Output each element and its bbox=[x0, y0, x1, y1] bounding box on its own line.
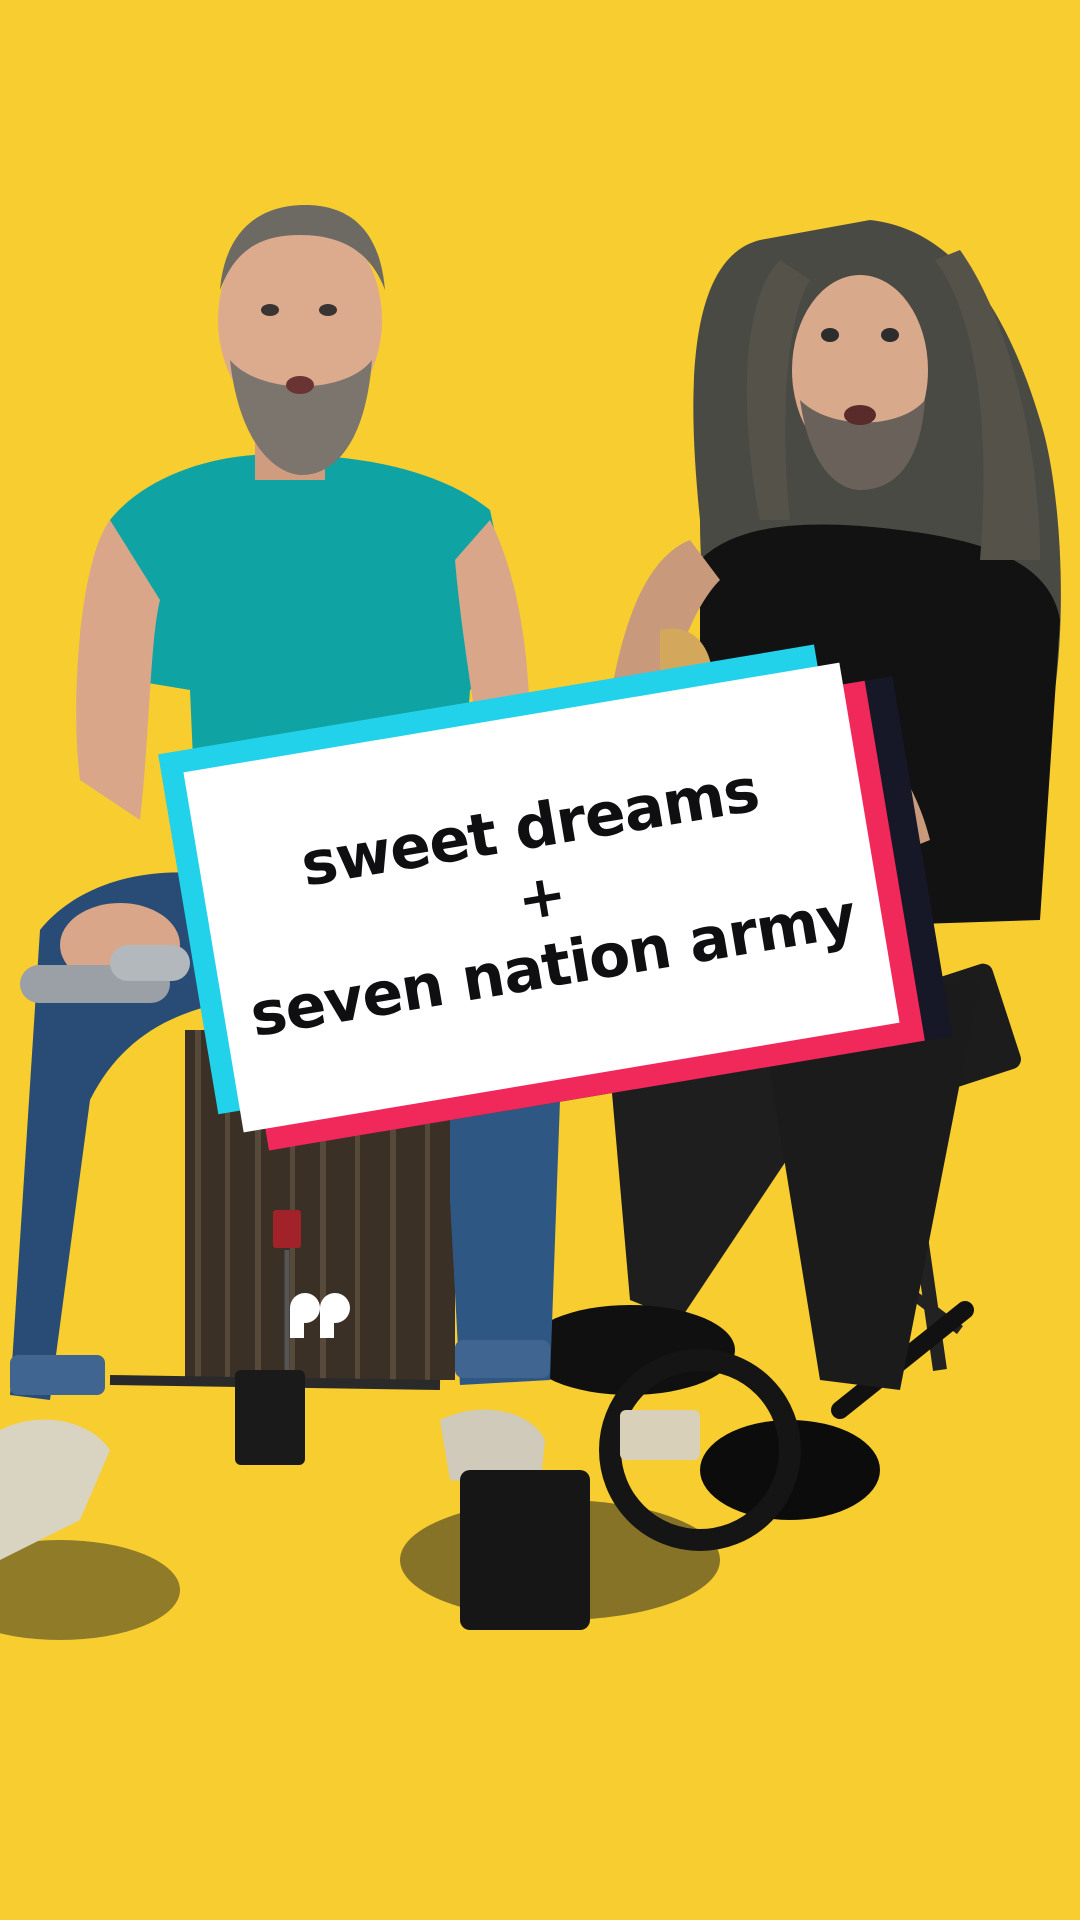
video-frame: sweet dreams + seven nation army bbox=[0, 0, 1080, 1920]
shoe-left-1 bbox=[0, 1419, 110, 1560]
title-line-plus: + bbox=[512, 859, 571, 935]
eye-left-a bbox=[261, 304, 279, 316]
beater bbox=[273, 1210, 301, 1248]
cuff-right bbox=[455, 1340, 550, 1378]
mouth-left bbox=[286, 376, 314, 394]
eye-right-a bbox=[821, 328, 839, 342]
mouth-right bbox=[844, 405, 876, 425]
floor-shadow-left bbox=[0, 1540, 180, 1640]
kick-pedal bbox=[460, 1470, 590, 1630]
tambourine-block bbox=[620, 1410, 700, 1460]
cuff-left bbox=[10, 1355, 105, 1395]
eye-right-b bbox=[881, 328, 899, 342]
title-card: sweet dreams + seven nation army bbox=[158, 644, 953, 1151]
shaker-2 bbox=[110, 945, 190, 981]
pedal-left bbox=[235, 1370, 305, 1465]
eye-left-b bbox=[319, 304, 337, 316]
